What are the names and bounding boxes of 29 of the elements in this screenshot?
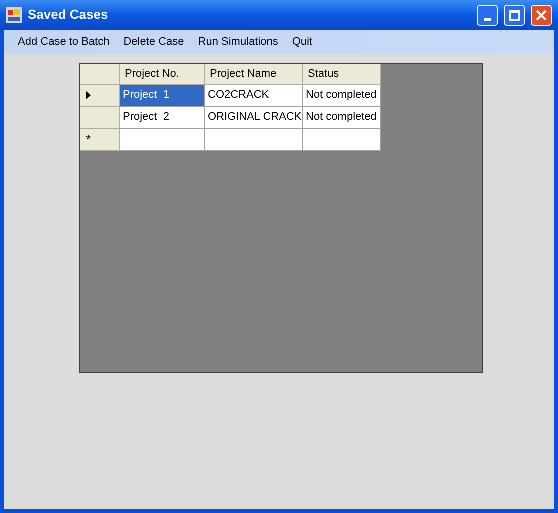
menu-item[interactable]: Quit bbox=[286, 34, 319, 50]
maximize-icon bbox=[509, 10, 520, 20]
row-header[interactable]: * bbox=[80, 129, 120, 151]
corner-header bbox=[80, 64, 120, 85]
current-row-icon bbox=[86, 91, 91, 100]
table-cell[interactable] bbox=[303, 129, 381, 151]
app-icon bbox=[6, 7, 22, 23]
column-header[interactable]: Project No. bbox=[120, 64, 205, 85]
table-cell[interactable]: CO2CRACK bbox=[205, 85, 303, 107]
new-row-marker: * bbox=[86, 130, 92, 149]
minimize-button[interactable] bbox=[477, 4, 498, 26]
close-button[interactable] bbox=[531, 4, 552, 26]
close-icon bbox=[536, 10, 547, 20]
column-header[interactable]: Project Name bbox=[205, 64, 303, 85]
table-cell[interactable]: Project 1 bbox=[120, 85, 205, 107]
table-cell[interactable] bbox=[120, 129, 205, 151]
row-header[interactable] bbox=[80, 85, 120, 107]
maximize-button[interactable] bbox=[504, 4, 525, 26]
column-header[interactable]: Status bbox=[303, 64, 381, 85]
table-cell[interactable]: ORIGINAL CRACK bbox=[205, 107, 303, 129]
window-title: Saved Cases bbox=[28, 6, 110, 24]
table-cell[interactable]: Not completed bbox=[303, 107, 381, 129]
menu-item[interactable]: Add Case to Batch bbox=[12, 34, 116, 50]
menu-item[interactable]: Run Simulations bbox=[192, 34, 284, 50]
minimize-icon bbox=[484, 18, 491, 20]
table-cell[interactable]: Not completed bbox=[303, 85, 381, 107]
menu-item[interactable]: Delete Case bbox=[118, 34, 190, 50]
table-cell[interactable] bbox=[205, 129, 303, 151]
table-cell[interactable]: Project 2 bbox=[120, 107, 205, 129]
